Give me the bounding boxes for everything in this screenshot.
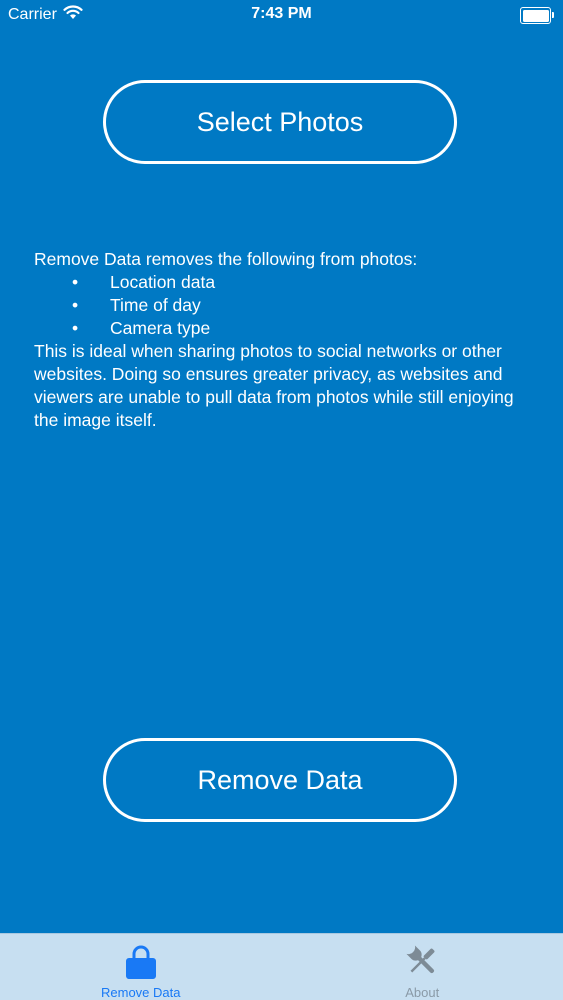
tab-bar: Remove Data About — [0, 933, 563, 1000]
bullet: • — [72, 272, 79, 292]
list-item: • Time of day — [34, 294, 534, 317]
tab-about[interactable]: About — [282, 934, 563, 1000]
list-item: • Location data — [34, 271, 534, 294]
select-photos-button[interactable]: Select Photos — [103, 80, 457, 164]
battery-icon — [520, 7, 554, 24]
battery-fill — [522, 9, 549, 22]
tab-remove-data[interactable]: Remove Data — [0, 934, 282, 1000]
list-item-label: Location data — [110, 272, 216, 292]
bullet: • — [72, 295, 79, 315]
list-item: • Camera type — [34, 317, 534, 340]
description: Remove Data removes the following from p… — [34, 248, 534, 432]
description-paragraph: This is ideal when sharing photos to soc… — [34, 341, 514, 430]
status-time: 7:43 PM — [251, 5, 312, 22]
lock-icon — [125, 943, 156, 979]
tools-icon — [404, 943, 440, 979]
remove-data-button[interactable]: Remove Data — [103, 738, 457, 822]
list-item-label: Camera type — [110, 318, 211, 338]
bullet: • — [72, 318, 79, 338]
description-intro: Remove Data removes the following from p… — [34, 249, 418, 269]
list-item-label: Time of day — [110, 295, 201, 315]
tab-label: About — [405, 985, 440, 1000]
status-bar: Carrier 7:43 PM — [0, 0, 563, 30]
removed-data-list: • Location data • Time of day • Camera t… — [34, 271, 534, 340]
tab-label: Remove Data — [101, 985, 181, 1000]
status-right — [520, 7, 554, 24]
